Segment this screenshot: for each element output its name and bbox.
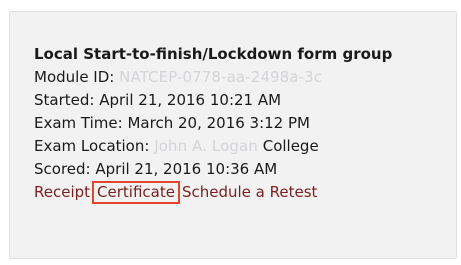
module-id-value: NATCEP-0778-aa-2498a-3c [119,68,323,86]
exam-location-label: Exam Location: [34,137,150,155]
started-label: Started: [34,91,95,109]
exam-location-blurred-value: John A. Logan [154,137,258,155]
exam-time-label: Exam Time: [34,114,123,132]
exam-title: Local Start-to-finish/Lockdown form grou… [34,45,393,63]
scored-row: Scored: April 21, 2016 10:36 AM [34,158,392,181]
exam-time-value: March 20, 2016 3:12 PM [127,114,310,132]
module-id-row: Module ID: NATCEP-0778-aa-2498a-3c [34,66,392,89]
certificate-link[interactable]: Certificate [92,181,180,204]
started-value: April 21, 2016 10:21 AM [99,91,282,109]
receipt-link[interactable]: Receipt [34,183,90,201]
exam-location-visible-value: College [262,137,319,155]
exam-time-row: Exam Time: March 20, 2016 3:12 PM [34,112,392,135]
module-id-label: Module ID: [34,68,115,86]
scored-value: April 21, 2016 10:36 AM [95,160,278,178]
scored-label: Scored: [34,160,91,178]
exam-location-row: Exam Location: John A. Logan College [34,135,392,158]
exam-details: Local Start-to-finish/Lockdown form grou… [34,43,392,204]
exam-actions: Receipt Certificate Schedule a Retest [34,181,392,204]
exam-card: Local Start-to-finish/Lockdown form grou… [9,11,457,259]
schedule-retest-link[interactable]: Schedule a Retest [182,183,317,201]
started-row: Started: April 21, 2016 10:21 AM [34,89,392,112]
